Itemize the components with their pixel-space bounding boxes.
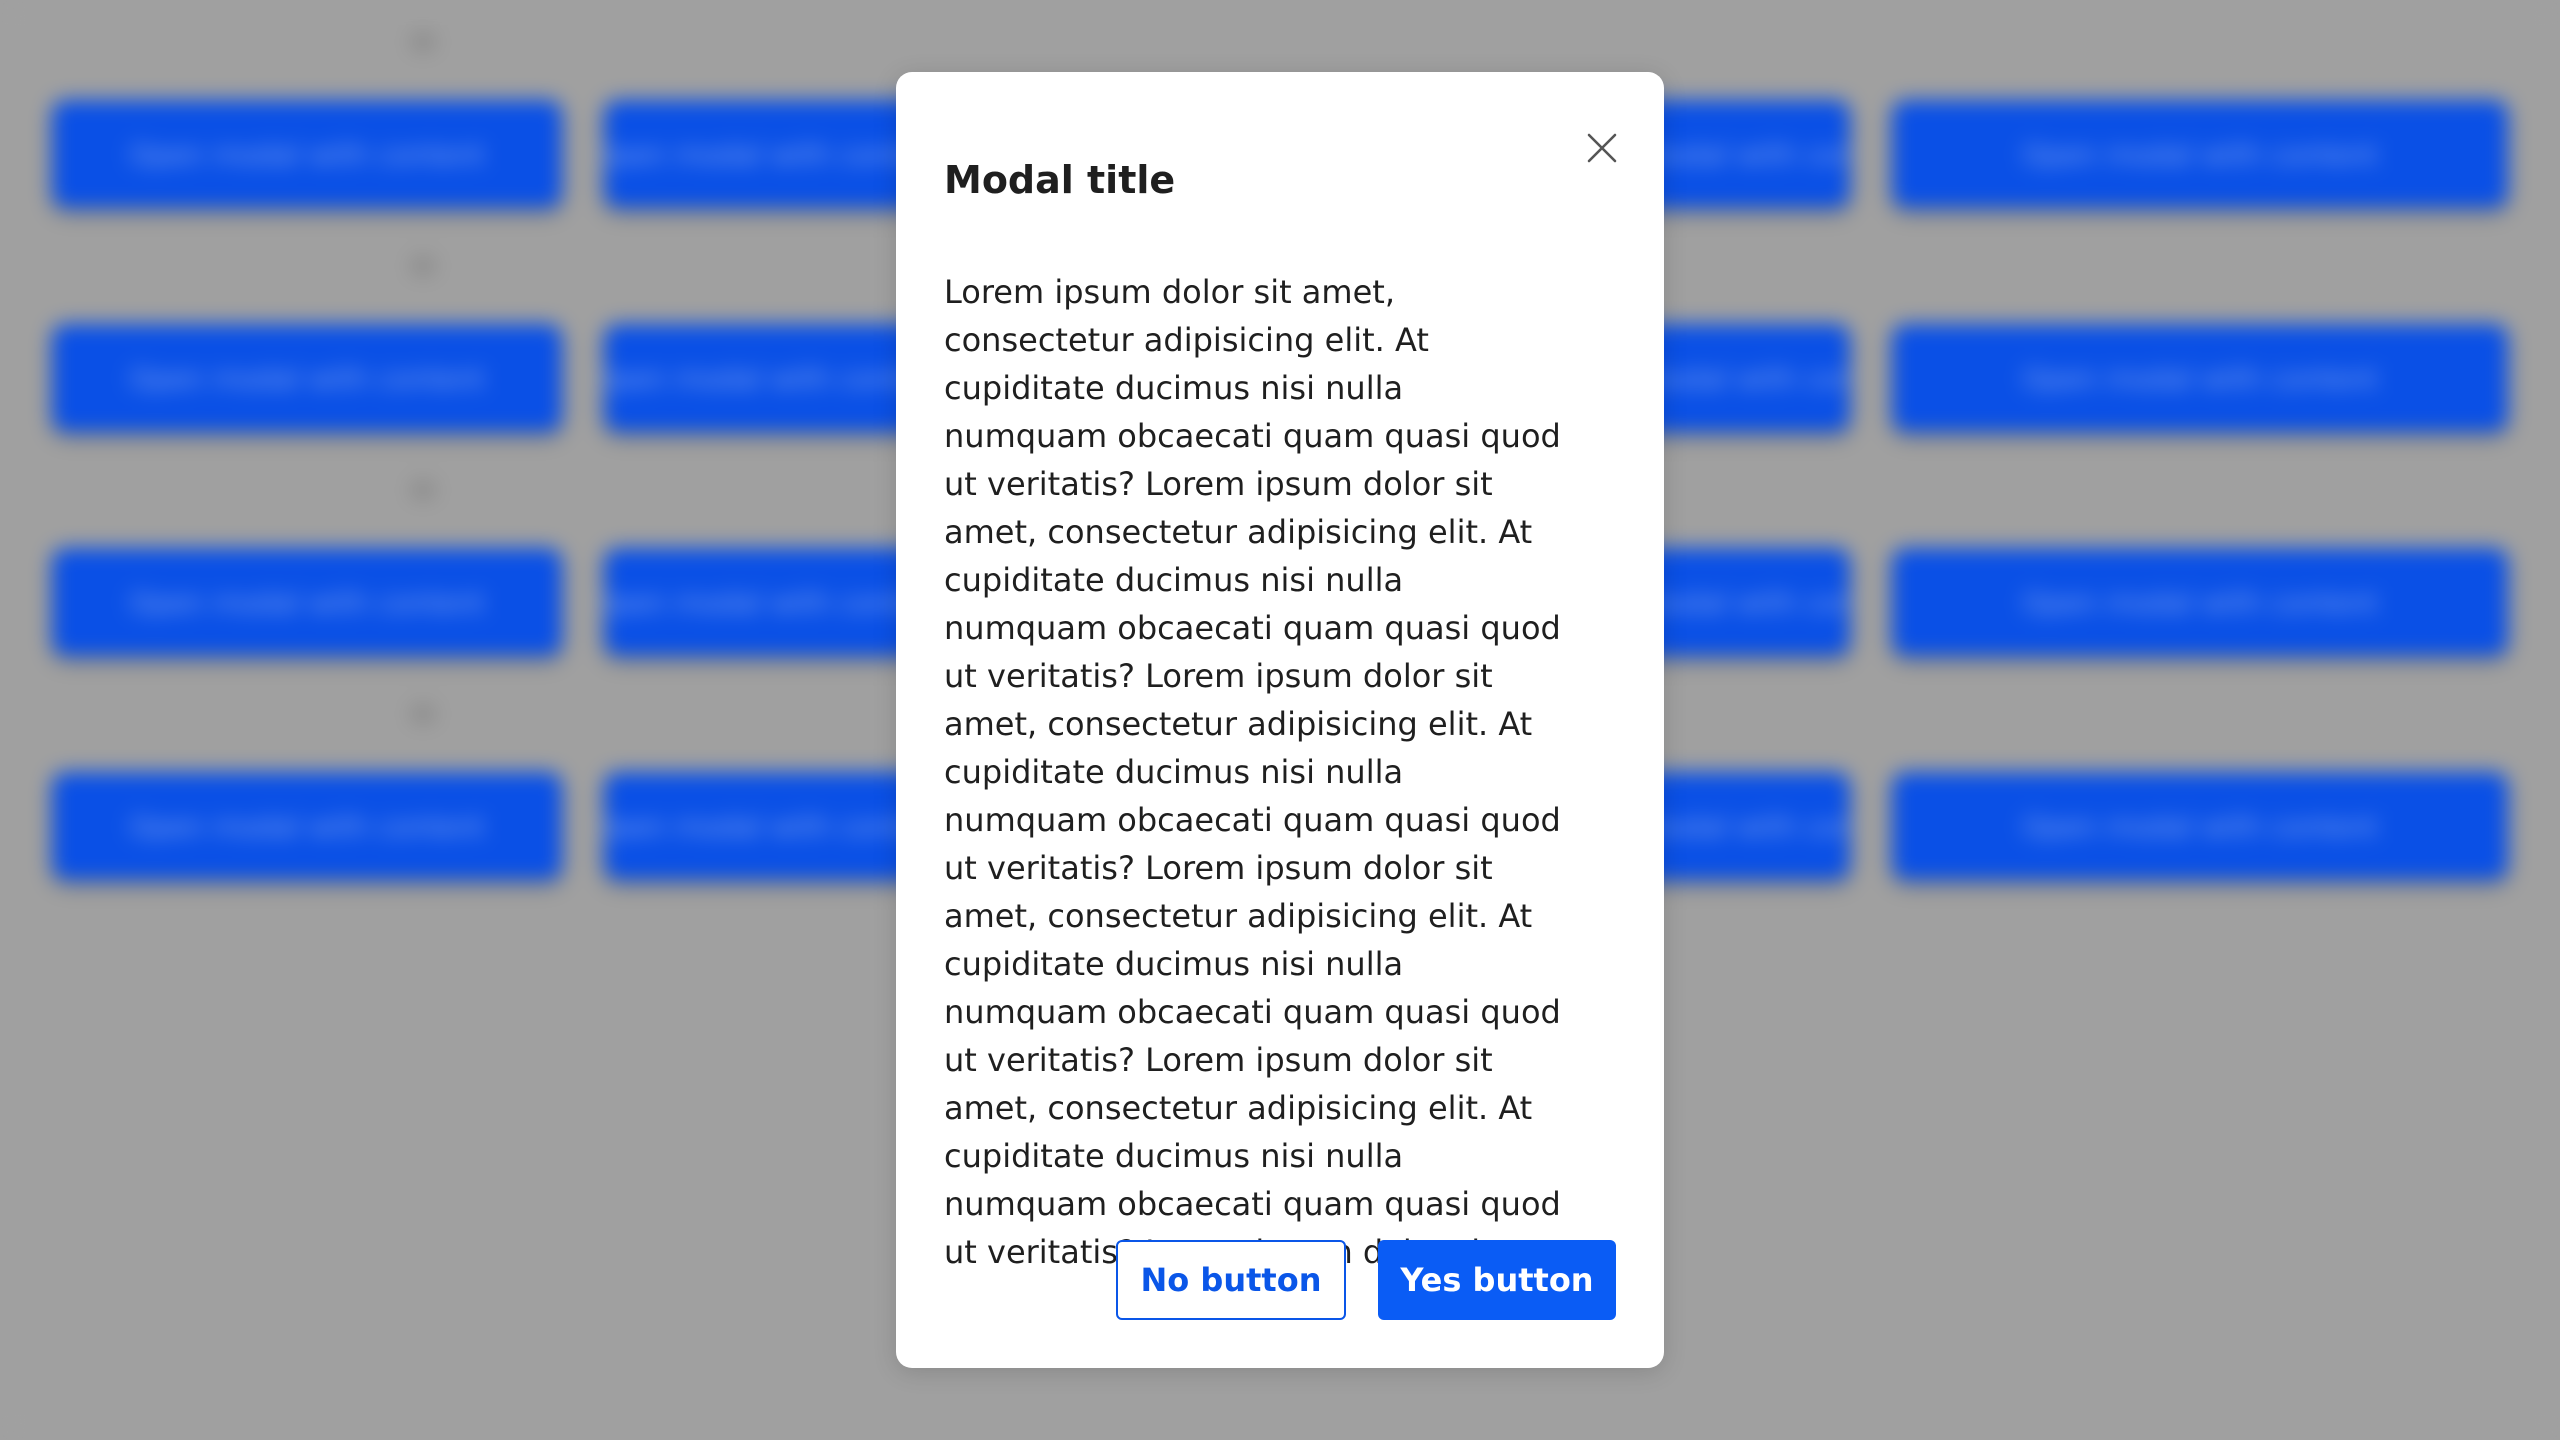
- background-button-label: Open modal with content: [2022, 361, 2378, 395]
- background-button-label: Open modal with content: [129, 137, 485, 171]
- background-open-modal-button[interactable]: Open modal with content: [1892, 548, 2508, 656]
- background-button-label: Open modal with content: [129, 809, 485, 843]
- background-dot: [410, 704, 436, 724]
- background-button-label: Open modal with content: [2022, 137, 2378, 171]
- close-icon: [1587, 133, 1617, 163]
- background-open-modal-button[interactable]: Open modal with content: [52, 324, 562, 432]
- no-button[interactable]: No button: [1116, 1240, 1346, 1320]
- background-button-label: Open modal with content: [2022, 809, 2378, 843]
- background-open-modal-button[interactable]: Open modal with content: [52, 772, 562, 880]
- background-dot: [410, 256, 436, 276]
- background-button-label: Open modal with content: [129, 361, 485, 395]
- modal-dialog: Modal title Lorem ipsum dolor sit amet, …: [896, 72, 1664, 1368]
- background-open-modal-button[interactable]: Open modal with content: [604, 324, 934, 432]
- background-open-modal-button[interactable]: Open modal with content: [604, 548, 934, 656]
- background-open-modal-button[interactable]: Open modal with content: [604, 772, 934, 880]
- background-button-label: Open modal with content: [604, 809, 934, 843]
- modal-title: Modal title: [944, 158, 1176, 202]
- background-open-modal-button[interactable]: Open modal with content: [1892, 324, 2508, 432]
- background-open-modal-button[interactable]: Open modal with content: [52, 548, 562, 656]
- yes-button[interactable]: Yes button: [1378, 1240, 1616, 1320]
- background-open-modal-button[interactable]: Open modal with content: [604, 100, 934, 208]
- modal-close-button[interactable]: [1572, 118, 1632, 178]
- background-open-modal-button[interactable]: Open modal with content: [1892, 100, 2508, 208]
- background-open-modal-button[interactable]: Open modal with content: [1892, 772, 2508, 880]
- background-button-label: Open modal with content: [2022, 585, 2378, 619]
- background-button-label: Open modal with content: [604, 585, 934, 619]
- background-button-label: Open modal with content: [129, 585, 485, 619]
- background-dot: [410, 32, 436, 52]
- modal-body[interactable]: Lorem ipsum dolor sit amet, consectetur …: [944, 268, 1580, 1264]
- background-button-label: Open modal with content: [604, 361, 934, 395]
- background-dot: [410, 480, 436, 500]
- background-open-modal-button[interactable]: Open modal with content: [52, 100, 562, 208]
- modal-body-text: Lorem ipsum dolor sit amet, consectetur …: [944, 273, 1561, 1264]
- background-button-label: Open modal with content: [604, 137, 934, 171]
